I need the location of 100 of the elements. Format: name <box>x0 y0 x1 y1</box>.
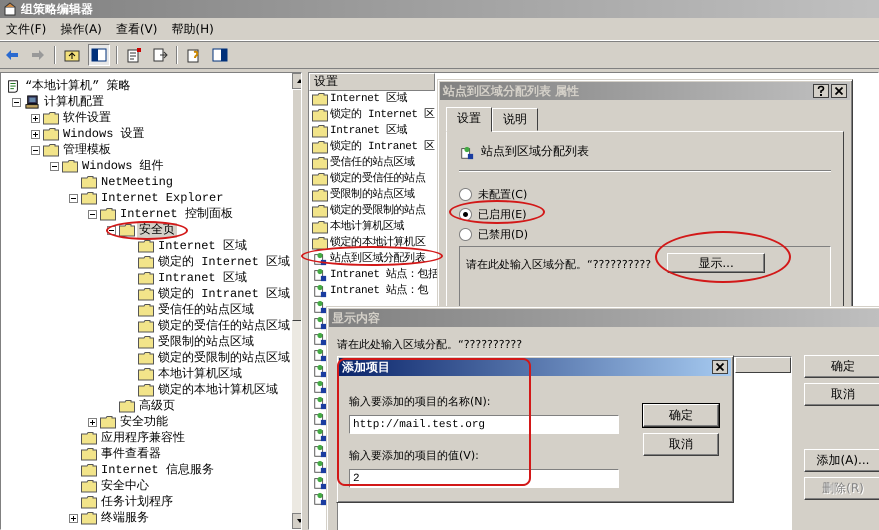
policy-icon <box>312 428 328 442</box>
policy-icon <box>312 396 328 410</box>
policy-icon <box>312 492 328 506</box>
column-header[interactable]: 设置 <box>309 73 435 91</box>
collapse-toggle-icon[interactable] <box>88 210 97 218</box>
tree-item[interactable]: Intranet 区域 <box>156 270 249 286</box>
tree-item[interactable]: 计算机配置 <box>42 94 106 110</box>
tree-item[interactable]: 事件查看器 <box>99 446 163 462</box>
list-item[interactable]: 锁定的受限制的站点 <box>330 204 426 218</box>
list-item[interactable]: Intranet 区域 <box>330 124 408 138</box>
radio-button[interactable] <box>459 228 472 240</box>
list-item[interactable]: 受限制的站点区域 <box>330 188 415 202</box>
tab[interactable]: 设置 <box>446 107 492 132</box>
list-item[interactable]: Intranet 站点：包 <box>330 284 428 298</box>
policy-icon <box>312 316 328 330</box>
folder-icon <box>81 431 97 445</box>
list-item[interactable]: 锁定的本地计算机区 <box>330 236 426 250</box>
folder-icon <box>81 447 97 461</box>
tree-item[interactable]: 锁定的受限制的站点区域 <box>156 350 292 366</box>
expand-toggle-icon[interactable] <box>88 418 97 426</box>
dialog-button[interactable]: 取消 <box>643 433 719 456</box>
tree-item[interactable]: 本地计算机区域 <box>156 366 244 382</box>
menu-item[interactable]: 操作(A) <box>60 20 102 38</box>
policy-icon <box>312 476 328 490</box>
tree-pane-icon[interactable] <box>88 44 110 66</box>
folder-icon <box>312 236 328 250</box>
folder-icon <box>312 204 328 218</box>
menu-item[interactable]: 帮助(H) <box>171 20 214 38</box>
dialog-button[interactable]: 确定 <box>643 404 719 427</box>
policy-icon <box>312 364 328 378</box>
close-button[interactable] <box>712 360 728 374</box>
folder-icon <box>43 127 59 141</box>
dialog-button[interactable]: 取消 <box>804 383 879 406</box>
menu-item[interactable]: 文件(F) <box>6 20 46 38</box>
tree-item[interactable]: NetMeeting <box>99 174 176 190</box>
folder-icon <box>81 495 97 509</box>
tree-item[interactable]: Windows 组件 <box>80 158 166 174</box>
tree-item[interactable]: 锁定的 Internet 区域 <box>156 254 292 270</box>
collapse-toggle-icon[interactable] <box>50 162 59 170</box>
list-item[interactable]: 站点到区域分配列表 <box>330 252 426 266</box>
folder-icon <box>81 511 97 525</box>
tree-item[interactable]: 高级页 <box>137 398 177 414</box>
folder-icon <box>119 223 135 237</box>
tree-item[interactable]: Internet Explorer <box>99 190 226 206</box>
folder-icon <box>312 156 328 170</box>
tree-item[interactable]: “本地计算机” 策略 <box>23 78 133 94</box>
show-button[interactable]: 显示... <box>667 253 766 273</box>
radio-label[interactable]: 已启用(E) <box>478 206 527 222</box>
radio-button[interactable] <box>459 188 472 200</box>
tree-item[interactable]: 受限制的站点区域 <box>156 334 256 350</box>
tree-item[interactable]: Windows 设置 <box>61 126 147 142</box>
input-field[interactable]: http://mail.test.org <box>349 415 619 434</box>
collapse-toggle-icon[interactable] <box>31 146 40 154</box>
folder-icon <box>312 124 328 138</box>
tree-item[interactable]: 锁定的 Intranet 区域 <box>156 286 292 302</box>
tree-item[interactable]: 任务计划程序 <box>99 494 175 510</box>
collapse-toggle-icon[interactable] <box>69 194 78 202</box>
tree-item[interactable]: 软件设置 <box>61 110 113 126</box>
folder-icon <box>81 191 97 205</box>
dialog-button[interactable]: 添加(A)... <box>804 449 879 472</box>
tree-item[interactable]: Internet 区域 <box>156 238 249 254</box>
policy-icon <box>312 380 328 394</box>
help-button[interactable] <box>813 84 829 98</box>
policy-icon <box>312 444 328 458</box>
list-item[interactable]: 本地计算机区域 <box>330 220 404 234</box>
list-item[interactable]: 锁定的 Internet 区 <box>330 108 434 122</box>
radio-label[interactable]: 已禁用(D) <box>478 226 528 242</box>
radio-label[interactable]: 未配置(C) <box>478 186 528 202</box>
menu-item[interactable]: 查看(V) <box>116 20 158 38</box>
expand-toggle-icon[interactable] <box>31 114 40 122</box>
dialog-button[interactable]: 确定 <box>804 355 879 378</box>
list-item[interactable]: 受信任的站点区域 <box>330 156 415 170</box>
tree-item[interactable]: Internet 控制面板 <box>118 206 235 222</box>
tree-item[interactable]: 安全中心 <box>99 478 151 494</box>
tree-item[interactable]: Internet 信息服务 <box>99 462 216 478</box>
app-icon <box>3 2 17 16</box>
close-button[interactable] <box>831 84 847 98</box>
tree-item[interactable]: 应用程序兼容性 <box>99 430 187 446</box>
list-item[interactable]: 锁定的受信任的站点 <box>330 172 426 186</box>
list-item[interactable]: Internet 区域 <box>330 92 408 106</box>
expand-toggle-icon[interactable] <box>31 130 40 138</box>
tree-item[interactable]: 终端服务 <box>99 510 151 526</box>
tab[interactable]: 说明 <box>492 108 538 131</box>
collapse-toggle-icon[interactable] <box>12 98 21 106</box>
tree-item[interactable]: 安全功能 <box>118 414 170 430</box>
folder-icon <box>312 172 328 186</box>
tree-item[interactable]: 锁定的本地计算机区域 <box>156 382 280 398</box>
expand-toggle-icon[interactable] <box>69 514 78 522</box>
folder-icon <box>81 479 97 493</box>
setting-name: 站点到区域分配列表 <box>481 143 589 160</box>
radio-button[interactable] <box>459 208 472 220</box>
folder-icon <box>312 108 328 122</box>
tree-item[interactable]: 受信任的站点区域 <box>156 302 256 318</box>
input-field[interactable]: 2 <box>349 469 619 488</box>
tree-item[interactable]: 锁定的受信任的站点区域 <box>156 318 292 334</box>
computer-icon <box>24 95 40 109</box>
dialog-title: 显示内容 <box>332 310 380 326</box>
folder-icon <box>43 111 59 125</box>
tree-item[interactable]: 管理模板 <box>61 142 113 158</box>
list-item[interactable]: 锁定的 Intranet 区 <box>330 140 434 154</box>
